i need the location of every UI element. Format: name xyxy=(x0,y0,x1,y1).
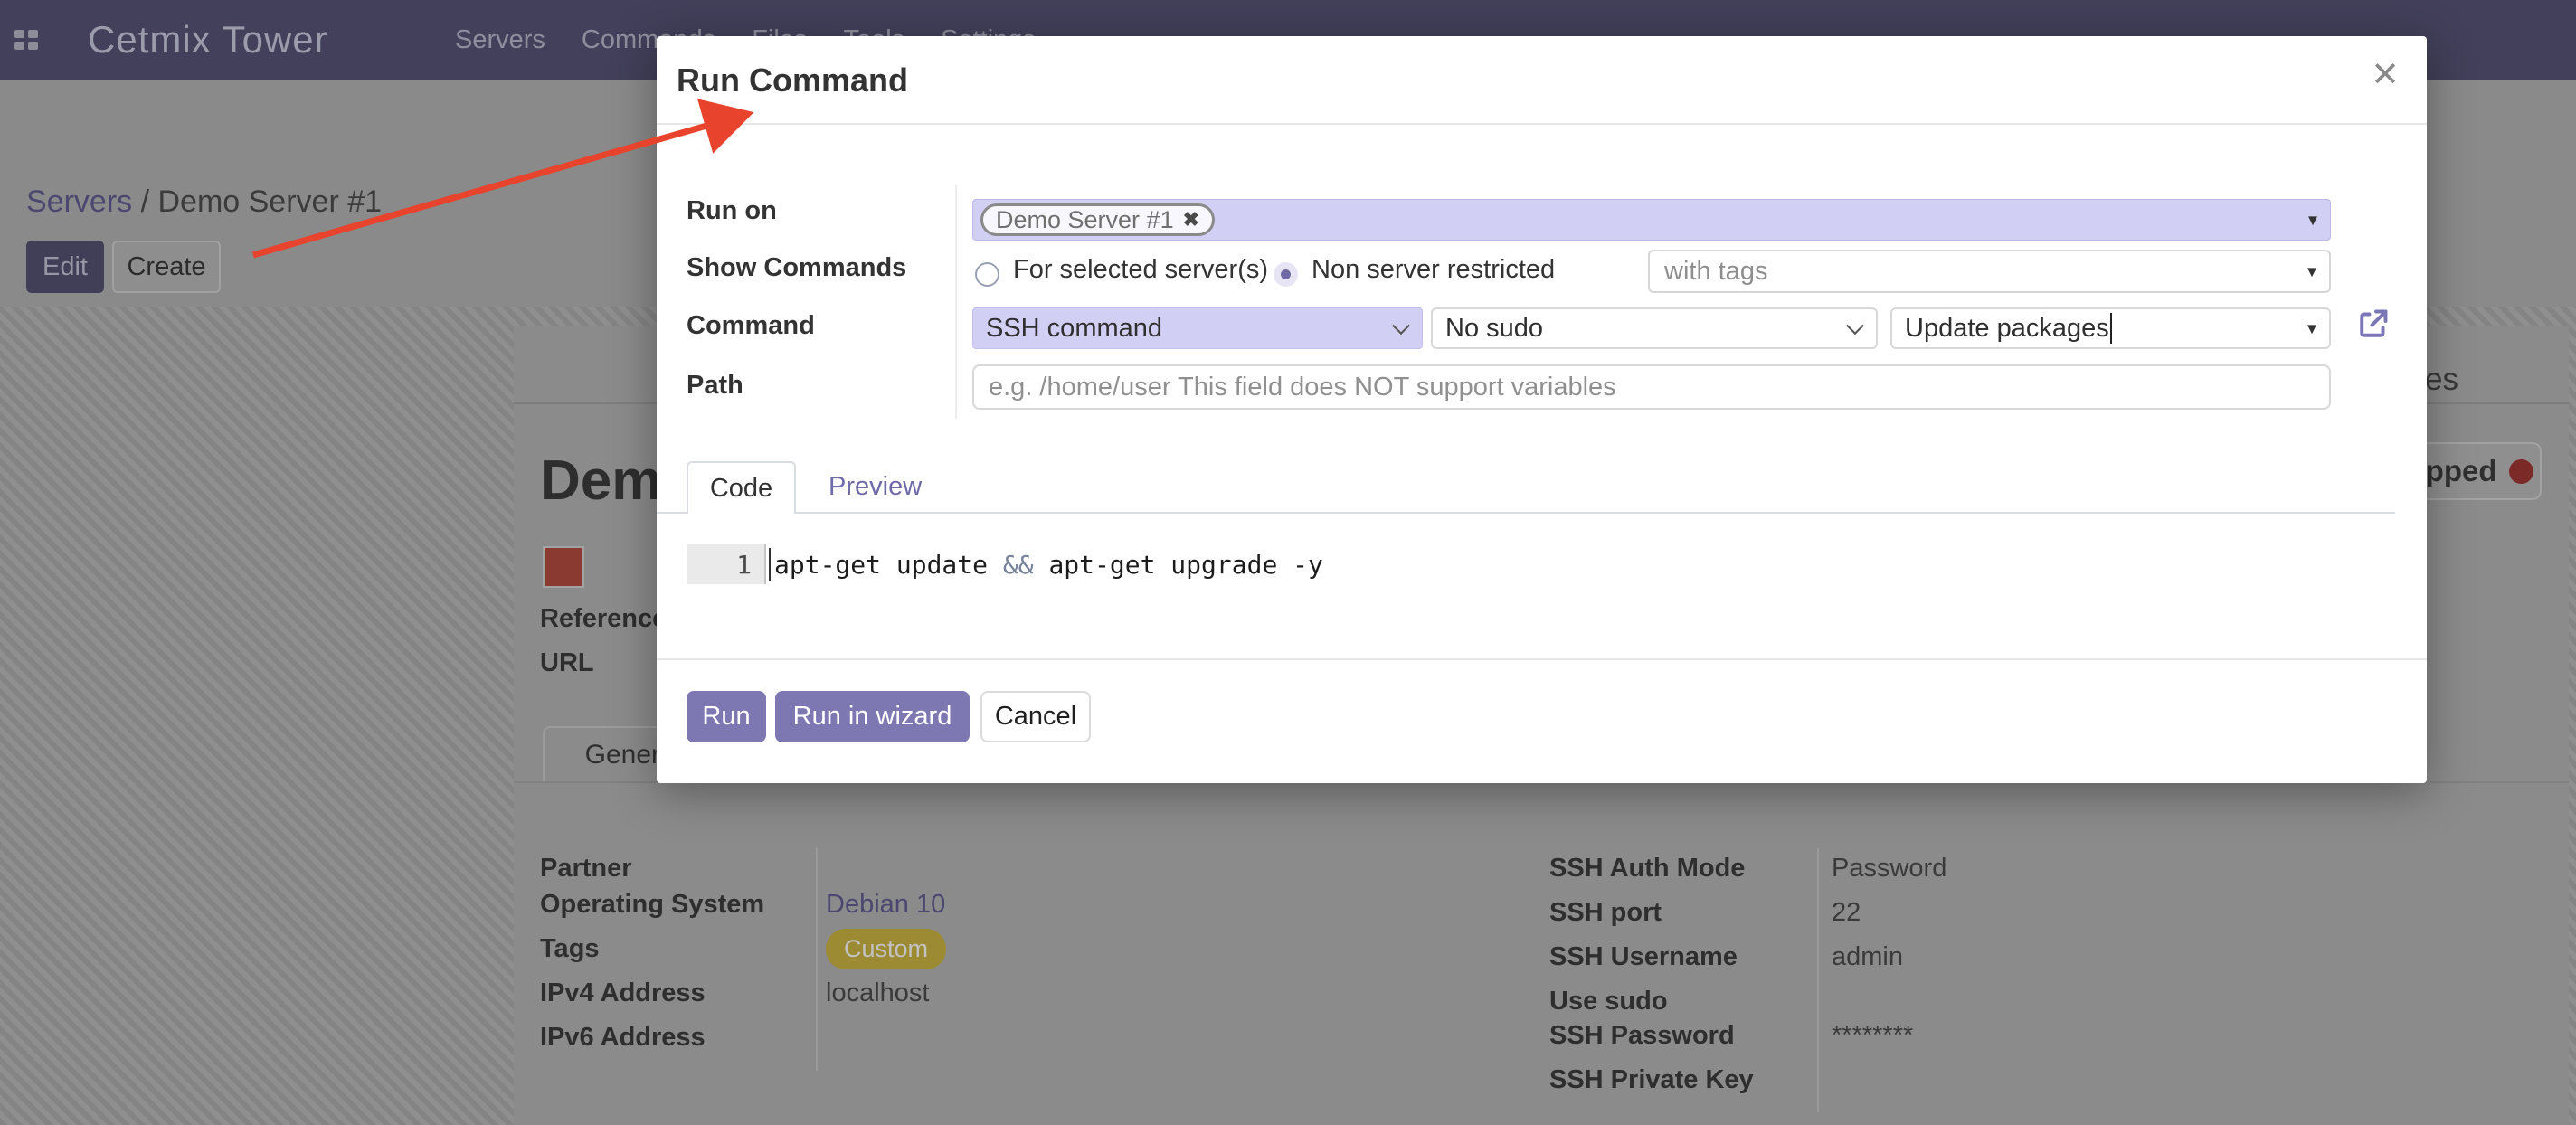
sudo-value: No sudo xyxy=(1445,314,1543,344)
info-label: Partner xyxy=(540,854,632,884)
info-label: SSH Auth Mode xyxy=(1549,854,1745,884)
info-label: IPv6 Address xyxy=(540,1023,706,1053)
remove-tag-icon[interactable]: ✖ xyxy=(1183,208,1199,232)
url-label: URL xyxy=(540,648,594,678)
create-button[interactable]: Create xyxy=(112,241,221,293)
chevron-down-icon: ▾ xyxy=(2308,209,2317,232)
server-avatar xyxy=(543,546,584,588)
breadcrumb-servers-link[interactable]: Servers xyxy=(26,184,132,219)
button-box-text-fragment: es xyxy=(2425,362,2458,398)
menu-item-servers[interactable]: Servers xyxy=(455,25,545,55)
path-input[interactable]: e.g. /home/user This field does NOT supp… xyxy=(972,364,2331,410)
tabs-underline xyxy=(657,512,2395,514)
radio-for-selected-servers[interactable] xyxy=(975,262,999,287)
app-brand: Cetmix Tower xyxy=(88,18,328,61)
server-tag-pill: Demo Server #1 ✖ xyxy=(980,203,1215,236)
info-divider-left xyxy=(816,848,818,1071)
info-value: localhost xyxy=(826,978,929,1008)
modal-footer-divider xyxy=(657,658,2427,660)
info-label: SSH Username xyxy=(1549,942,1738,972)
status-stopped-dot xyxy=(2509,459,2533,484)
chevron-down-icon xyxy=(1392,317,1410,335)
command-type-select[interactable]: SSH command xyxy=(972,307,1423,349)
radio-non-server-restricted-label[interactable]: Non server restricted xyxy=(1312,255,1555,285)
info-value[interactable]: Debian 10 xyxy=(826,890,945,920)
code-operator: && xyxy=(1003,550,1034,580)
info-label: Operating System xyxy=(540,890,764,920)
info-value: Password xyxy=(1832,854,1946,884)
sudo-select[interactable]: No sudo xyxy=(1431,307,1878,349)
run-button[interactable]: Run xyxy=(687,691,766,742)
external-link-icon[interactable] xyxy=(2357,307,2390,340)
run-command-modal: Run Command ✕ Run on Demo Server #1 ✖ ▾ … xyxy=(657,36,2427,783)
show-commands-label: Show Commands xyxy=(687,253,906,283)
command-label: Command xyxy=(687,311,815,341)
text-cursor xyxy=(2110,313,2112,344)
breadcrumb-separator: / xyxy=(132,184,157,219)
info-label: SSH port xyxy=(1549,898,1662,928)
cancel-button[interactable]: Cancel xyxy=(980,691,1091,742)
info-label: Tags xyxy=(540,934,600,964)
info-value: ******** xyxy=(1832,1021,1913,1051)
info-label: IPv4 Address xyxy=(540,978,706,1008)
radio-for-selected-servers-label[interactable]: For selected server(s) xyxy=(1013,255,1268,285)
modal-header-divider xyxy=(657,123,2427,125)
run-on-label: Run on xyxy=(687,196,777,226)
info-value: Custom xyxy=(826,929,946,969)
code-segment: apt-get upgrade -y xyxy=(1034,550,1323,580)
with-tags-select[interactable]: with tags ▾ xyxy=(1648,250,2331,293)
info-value: 22 xyxy=(1832,898,1861,928)
path-label: Path xyxy=(687,371,743,401)
with-tags-placeholder: with tags xyxy=(1664,257,1767,287)
chevron-down-icon: ▾ xyxy=(2307,260,2316,283)
server-tag-label: Demo Server #1 xyxy=(996,206,1174,234)
info-label: Use sudo xyxy=(1549,987,1668,1016)
tab-preview[interactable]: Preview xyxy=(829,472,922,502)
apps-grid-icon[interactable] xyxy=(14,30,38,50)
breadcrumb-current: Demo Server #1 xyxy=(157,184,382,219)
info-divider-right xyxy=(1817,848,1819,1112)
editor-line-number: 1 xyxy=(687,544,766,584)
reference-label: Reference xyxy=(540,604,667,634)
command-type-value: SSH command xyxy=(986,314,1162,344)
editor-code-line[interactable]: apt-get update && apt-get upgrade -y xyxy=(774,544,1323,584)
tab-code[interactable]: Code xyxy=(687,461,796,514)
radio-non-server-restricted[interactable] xyxy=(1274,262,1298,287)
edit-button[interactable]: Edit xyxy=(26,241,104,293)
info-label: SSH Password xyxy=(1549,1021,1735,1051)
close-icon[interactable]: ✕ xyxy=(2371,58,2400,92)
form-column-divider xyxy=(955,185,957,419)
tag-badge: Custom xyxy=(826,929,946,969)
chevron-down-icon xyxy=(1846,317,1864,335)
command-name-input[interactable]: Update packages ▾ xyxy=(1890,307,2331,349)
run-in-wizard-button[interactable]: Run in wizard xyxy=(775,691,970,742)
chevron-down-icon: ▾ xyxy=(2307,317,2316,340)
breadcrumb: Servers / Demo Server #1 xyxy=(26,184,382,220)
run-on-field[interactable]: Demo Server #1 ✖ ▾ xyxy=(972,199,2331,241)
command-name-value: Update packages xyxy=(1905,314,2109,344)
editor-cursor xyxy=(769,548,771,581)
info-label: SSH Private Key xyxy=(1549,1065,1754,1095)
info-value: admin xyxy=(1832,942,1903,972)
modal-title: Run Command xyxy=(677,61,908,99)
code-segment: apt-get update xyxy=(774,550,1003,580)
